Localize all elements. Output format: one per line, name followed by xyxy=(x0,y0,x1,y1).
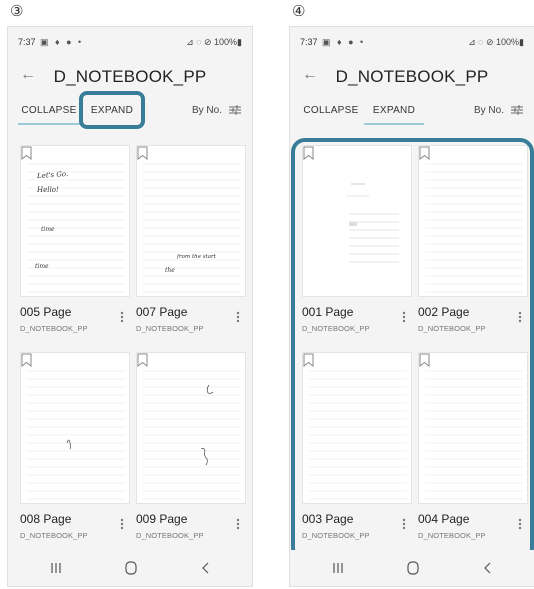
page-title: D_NOTEBOOK_PP xyxy=(335,67,489,86)
status-bar: 7:37 ▣ ♦ ● • ⊿ ◌ ⊘ 100%▮ xyxy=(8,37,252,51)
card-notebook: D_NOTEBOOK_PP xyxy=(136,324,204,333)
notification-icons: ▣ ♦ ● • xyxy=(322,37,366,47)
home-icon[interactable] xyxy=(119,558,143,578)
status-time: 7:37 xyxy=(300,37,318,47)
step-label-3: ③ xyxy=(10,2,24,20)
more-vertical-icon[interactable] xyxy=(118,516,126,532)
more-vertical-icon[interactable] xyxy=(118,309,126,325)
app-header: ← D_NOTEBOOK_PP xyxy=(290,61,534,91)
bookmark-icon[interactable] xyxy=(21,353,32,367)
card-notebook: D_NOTEBOOK_PP xyxy=(136,531,204,540)
page-thumbnail[interactable]: from the start the xyxy=(136,145,246,297)
card-title: 008 Page xyxy=(20,512,72,526)
card-title: 009 Page xyxy=(136,512,188,526)
handwriting-1: from the start xyxy=(177,254,216,260)
tab-collapse[interactable]: COLLAPSE xyxy=(18,105,80,116)
bookmark-icon[interactable] xyxy=(137,353,148,367)
handwriting-2: the xyxy=(165,267,175,274)
home-icon[interactable] xyxy=(401,558,425,578)
system-nav-bar xyxy=(290,550,534,586)
handwriting-3: time xyxy=(41,226,55,233)
lined-page xyxy=(143,370,241,500)
recent-apps-icon[interactable] xyxy=(44,558,68,578)
card-notebook: D_NOTEBOOK_PP xyxy=(20,531,88,540)
sort-button[interactable]: By No. xyxy=(474,105,504,116)
page-thumbnail[interactable] xyxy=(20,352,130,504)
sliders-icon[interactable] xyxy=(228,103,242,117)
page-thumbnail[interactable] xyxy=(136,352,246,504)
bookmark-icon[interactable] xyxy=(21,146,32,160)
expand-tab-highlight xyxy=(79,91,145,129)
page-title: D_NOTEBOOK_PP xyxy=(53,67,207,86)
status-time: 7:37 xyxy=(18,37,36,47)
bookmark-icon[interactable] xyxy=(137,146,148,160)
handwriting-stroke xyxy=(66,439,71,450)
phone-screen-expand: 7:37 ▣ ♦ ● • ⊿ ◌ ⊘ 100%▮ ← D_NOTEBOOK_PP… xyxy=(289,26,534,587)
more-vertical-icon[interactable] xyxy=(234,516,242,532)
lined-page xyxy=(27,163,125,293)
notification-icons: ▣ ♦ ● • xyxy=(40,37,84,47)
app-header: ← D_NOTEBOOK_PP xyxy=(8,61,252,91)
expanded-grid-highlight xyxy=(291,138,534,562)
sort-button[interactable]: By No. xyxy=(192,105,222,116)
recent-apps-icon[interactable] xyxy=(326,558,350,578)
card-notebook: D_NOTEBOOK_PP xyxy=(20,324,88,333)
lined-page xyxy=(27,370,125,500)
sliders-icon[interactable] xyxy=(510,103,524,117)
more-vertical-icon[interactable] xyxy=(234,309,242,325)
tab-collapse[interactable]: COLLAPSE xyxy=(300,105,362,116)
status-indicators: ⊿ ◌ ⊘ 100%▮ xyxy=(186,37,242,47)
card-title: 005 Page xyxy=(20,305,72,319)
card-title: 007 Page xyxy=(136,305,188,319)
back-icon[interactable] xyxy=(476,558,500,578)
tab-expand[interactable]: EXPAND xyxy=(364,105,424,116)
system-nav-bar xyxy=(8,550,252,586)
handwriting-2: Hello! xyxy=(37,186,59,194)
handwriting-stroke xyxy=(206,384,214,394)
active-tab-indicator xyxy=(18,123,80,125)
status-bar: 7:37 ▣ ♦ ● • ⊿ ◌ ⊘ 100%▮ xyxy=(290,37,534,51)
status-indicators: ⊿ ◌ ⊘ 100%▮ xyxy=(468,37,524,47)
lined-page xyxy=(143,163,241,293)
back-icon[interactable] xyxy=(194,558,218,578)
active-tab-indicator xyxy=(364,123,424,125)
handwriting-4: time xyxy=(35,263,49,270)
step-label-4: ④ xyxy=(292,2,306,20)
page-thumbnail[interactable]: Let's Go. Hello! time time xyxy=(20,145,130,297)
view-tabs: COLLAPSE EXPAND By No. xyxy=(290,99,534,129)
phone-screen-collapse: 7:37 ▣ ♦ ● • ⊿ ◌ ⊘ 100%▮ ← D_NOTEBOOK_PP… xyxy=(7,26,253,587)
